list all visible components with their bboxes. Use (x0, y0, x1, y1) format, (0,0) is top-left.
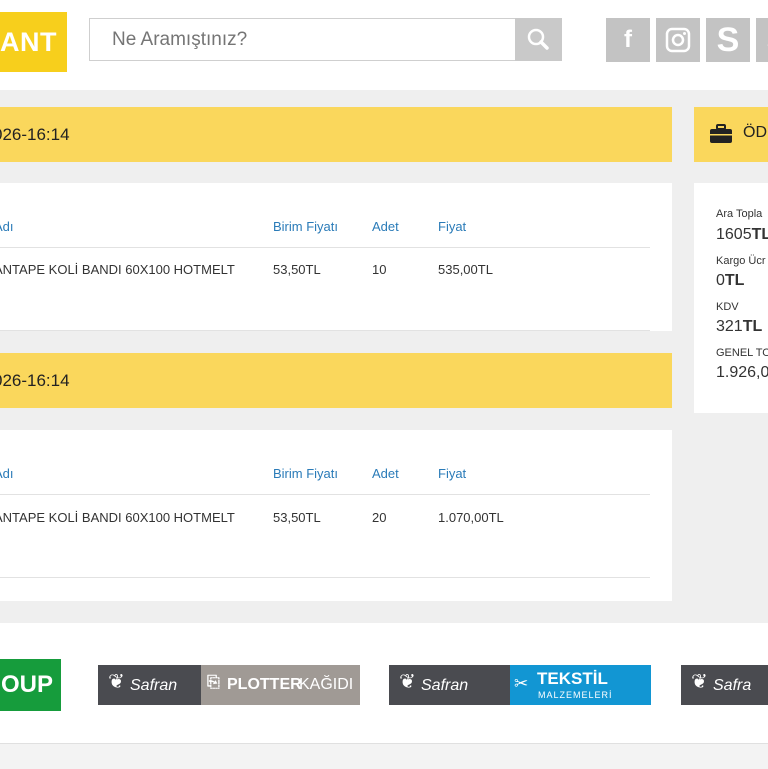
total-value: 1.926,0 (716, 364, 768, 381)
order-card: Adı Birim Fiyatı Adet Fiyat ANTAPE KOLİ … (0, 430, 672, 601)
summary-title: ÖD (743, 124, 767, 141)
safran-leaf-icon: ❦ (691, 671, 708, 693)
brand-text: OUP (0, 671, 53, 698)
column-header-unit-price: Birim Fiyatı (273, 219, 338, 234)
briefcase-icon (710, 124, 732, 143)
total-label: GENEL TO (716, 347, 768, 359)
skype-icon[interactable]: S (706, 18, 750, 62)
item-name: ANTAPE KOLİ BANDI 60X100 HOTMELT (0, 510, 235, 525)
safran-leaf-icon: ❦ (399, 671, 416, 693)
item-name: ANTAPE KOLİ BANDI 60X100 HOTMELT (0, 262, 235, 277)
item-price: 535,00TL (438, 262, 493, 277)
currency-unit: TL (751, 226, 768, 243)
order-header: 026-16:14 (0, 353, 672, 408)
tax-label: KDV (716, 301, 739, 313)
search-input[interactable] (89, 18, 516, 61)
brand-logo[interactable]: ❦ Safran ✂ TEKSTİL MALZEMELERİ (389, 665, 651, 705)
currency-unit: TL (724, 272, 745, 289)
subtotal-value: 1605TL (716, 226, 768, 244)
item-unit-price: 53,50TL (273, 510, 321, 525)
currency-unit: TL (742, 318, 763, 335)
order-date: 026-16:14 (0, 125, 70, 144)
scissors-icon: ✂ (514, 674, 529, 693)
brand-text: Safra (713, 677, 752, 694)
column-header-qty: Adet (372, 466, 399, 481)
column-header-qty: Adet (372, 219, 399, 234)
summary-card: Ara Topla 1605TL Kargo Ücr 0TL KDV 321TL… (694, 183, 768, 413)
subtotal-amount: 1605 (716, 226, 752, 243)
brand-tag-subtext: MALZEMELERİ (538, 690, 613, 700)
order-header: 026-16:14 (0, 107, 672, 162)
brand-tag-text: KAĞIDI (299, 676, 354, 693)
instagram-icon[interactable] (656, 18, 700, 62)
brand-text: Safran (130, 677, 178, 694)
shipping-amount: 0 (716, 272, 725, 289)
brand-tag: ⎘ PLOTTER KAĞIDI (201, 665, 360, 705)
plotter-icon: ⎘ (207, 674, 220, 691)
column-header-unit-price: Birim Fiyatı (273, 466, 338, 481)
brand-text: Safran (421, 677, 469, 694)
brand-logo[interactable]: ❦ Safra (681, 665, 768, 705)
search-icon (527, 28, 549, 50)
brand-logo[interactable]: ❦ Safran ⎘ PLOTTER KAĞIDI (98, 665, 360, 705)
column-header-price: Fiyat (438, 219, 467, 234)
footer (0, 743, 768, 769)
item-qty: 10 (372, 262, 387, 277)
tax-amount: 321 (716, 318, 743, 335)
column-header-name: Adı (0, 466, 14, 481)
item-price: 1.070,00TL (438, 510, 504, 525)
shipping-label: Kargo Ücr (716, 255, 766, 267)
brands-strip: OUP ❦ Safran ⎘ PLOTTER KAĞIDI ❦ Safran ✂… (0, 623, 768, 743)
column-header-name: Adı (0, 219, 14, 234)
brand-logo[interactable]: OUP (0, 659, 61, 711)
brand-tag: ✂ TEKSTİL MALZEMELERİ (510, 665, 651, 705)
item-unit-price: 53,50TL (273, 262, 321, 277)
safran-leaf-icon: ❦ (108, 671, 125, 693)
divider (0, 330, 650, 331)
logo-text: ANT (0, 27, 57, 57)
order-date: 026-16:14 (0, 371, 70, 390)
shipping-value: 0TL (716, 272, 744, 290)
site-logo[interactable]: ANT (0, 12, 67, 72)
divider (0, 494, 650, 495)
search-button[interactable] (515, 18, 562, 61)
subtotal-label: Ara Topla (716, 208, 763, 220)
tax-value: 321TL (716, 318, 762, 336)
divider (0, 247, 650, 248)
item-qty: 20 (372, 510, 387, 525)
brand-tag-text: TEKSTİL (537, 669, 608, 688)
facebook-icon[interactable]: f (606, 18, 650, 62)
skype-icon[interactable]: S (756, 18, 768, 62)
order-card: Adı Birim Fiyatı Adet Fiyat ANTAPE KOLİ … (0, 183, 672, 331)
divider (0, 577, 650, 578)
brand-tag-text: PLOTTER (227, 676, 302, 693)
column-header-price: Fiyat (438, 466, 467, 481)
summary-header: ÖD (694, 107, 768, 162)
